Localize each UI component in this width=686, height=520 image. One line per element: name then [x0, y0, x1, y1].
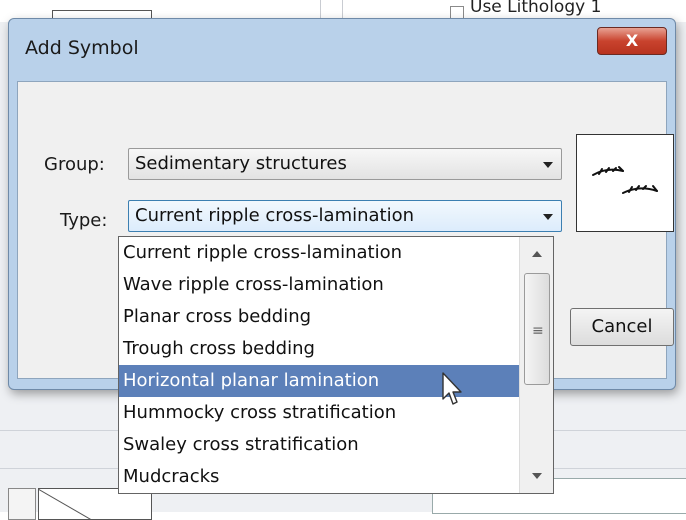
dropdown-option[interactable]: Wave ripple cross-lamination: [119, 269, 521, 301]
grip-icon: ≡: [532, 323, 544, 339]
group-select[interactable]: Sedimentary structures: [128, 148, 562, 180]
symbol-preview: [576, 134, 674, 232]
chevron-down-icon: [543, 162, 553, 168]
background-small-button[interactable]: [8, 488, 36, 520]
type-select-value: Current ripple cross-lamination: [135, 205, 415, 226]
scroll-down-arrow-icon[interactable]: [520, 459, 553, 493]
dialog-title: Add Symbol: [25, 37, 139, 59]
close-button[interactable]: X: [597, 27, 667, 55]
current-ripple-symbol-icon: [592, 166, 658, 194]
scrollbar-thumb[interactable]: ≡: [524, 273, 550, 385]
chevron-down-icon: [543, 214, 553, 220]
cancel-button[interactable]: Cancel: [570, 308, 674, 346]
scroll-up-arrow-icon[interactable]: [520, 237, 553, 271]
dropdown-option[interactable]: Swaley cross stratification: [119, 429, 521, 461]
dropdown-option[interactable]: Mudcracks: [119, 461, 521, 493]
dropdown-option[interactable]: Trough cross bedding: [119, 333, 521, 365]
dialog-titlebar[interactable]: Add Symbol X: [9, 19, 675, 79]
dropdown-scrollbar[interactable]: ≡: [519, 237, 553, 493]
dropdown-option[interactable]: Current ripple cross-lamination: [119, 237, 521, 269]
group-label: Group:: [44, 154, 105, 175]
type-select[interactable]: Current ripple cross-lamination: [128, 200, 562, 232]
group-select-value: Sedimentary structures: [135, 153, 347, 174]
type-dropdown-list[interactable]: Current ripple cross-lamination Wave rip…: [118, 236, 554, 494]
type-label: Type:: [60, 210, 108, 231]
dropdown-option[interactable]: Planar cross bedding: [119, 301, 521, 333]
mouse-pointer-icon: [442, 372, 462, 405]
use-lithology-label: Use Lithology 1: [470, 0, 602, 17]
